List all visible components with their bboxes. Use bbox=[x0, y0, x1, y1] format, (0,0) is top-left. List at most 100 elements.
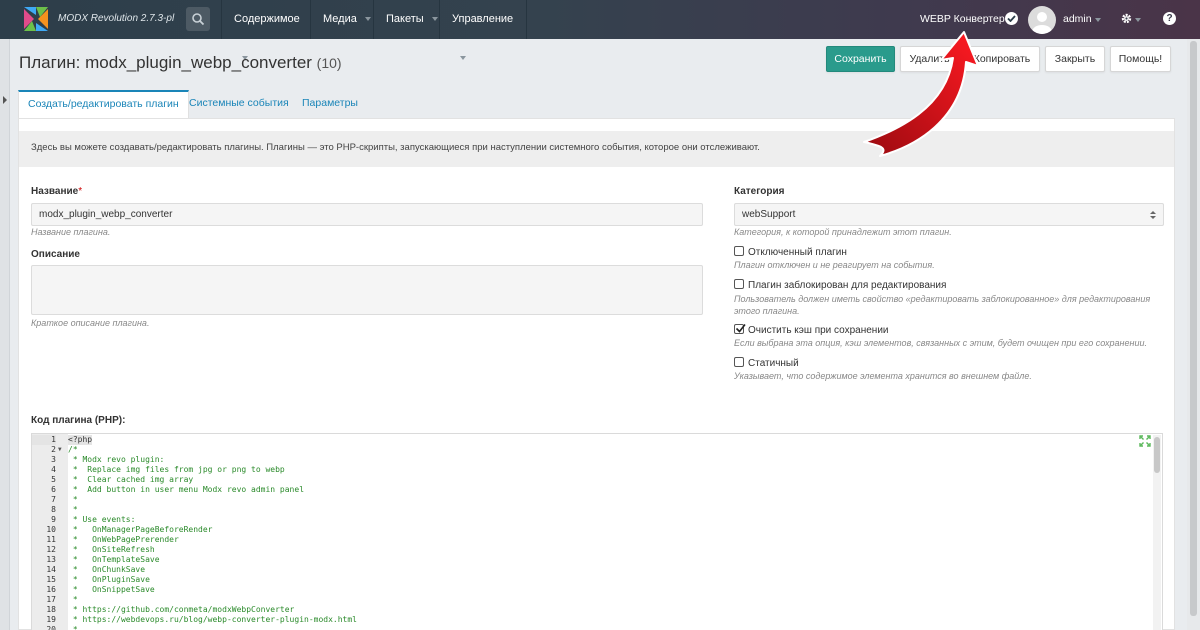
code-line[interactable]: 14 * OnChunkSave bbox=[32, 565, 1162, 575]
code-line[interactable]: 7 * bbox=[32, 495, 1162, 505]
chevron-down-icon[interactable] bbox=[1135, 18, 1141, 22]
save-button[interactable]: Сохранить bbox=[826, 46, 895, 72]
tab-properties[interactable]: Параметры bbox=[302, 90, 358, 118]
code-text: * bbox=[68, 595, 78, 604]
checkbox-disabled-label: Отключенный плагин bbox=[748, 247, 847, 258]
line-number: 20 bbox=[46, 625, 56, 630]
tab-edit-plugin[interactable]: Создать/редактировать плагин bbox=[18, 90, 189, 118]
select-arrows-icon bbox=[1150, 211, 1156, 219]
code-line[interactable]: 5 * Clear cached img array bbox=[32, 475, 1162, 485]
line-number: 12 bbox=[46, 545, 56, 554]
avatar[interactable] bbox=[1028, 6, 1056, 34]
line-number: 5 bbox=[51, 475, 56, 484]
code-line[interactable]: 18 * https://github.com/conmeta/modxWebp… bbox=[32, 605, 1162, 615]
checkbox-disabled[interactable]: Отключенный плагин bbox=[734, 246, 847, 258]
code-line[interactable]: 15 * OnPluginSave bbox=[32, 575, 1162, 585]
modx-logo-icon[interactable] bbox=[22, 5, 50, 33]
chevron-down-icon bbox=[431, 17, 438, 22]
code-text: * OnSiteRefresh bbox=[68, 545, 155, 554]
checkbox-static-label: Статичный bbox=[748, 358, 799, 369]
gear-icon[interactable] bbox=[1120, 12, 1133, 25]
nav-manage[interactable]: Управление bbox=[439, 0, 527, 61]
page-title-text: Плагин: modx_plugin_webp_converter bbox=[19, 53, 312, 72]
code-line[interactable]: 19 * https://webdevops.ru/blog/webp-conv… bbox=[32, 615, 1162, 625]
description-hint: Краткое описание плагина. bbox=[31, 318, 150, 328]
expand-tree-icon[interactable] bbox=[3, 96, 7, 104]
search-button[interactable] bbox=[186, 7, 210, 31]
name-label: Название* bbox=[31, 186, 82, 197]
line-number: 2 bbox=[51, 445, 56, 454]
checkbox-clear-cache-hint: Если выбрана эта опция, кэш элементов, с… bbox=[734, 338, 1147, 348]
code-line[interactable]: 10 * OnManagerPageBeforeRender bbox=[32, 525, 1162, 535]
checkbox-static[interactable]: Статичный bbox=[734, 357, 799, 369]
checkbox-clear-cache[interactable]: Очистить кэш при сохранении bbox=[734, 324, 889, 336]
page-scroll-thumb[interactable] bbox=[1190, 41, 1197, 616]
checkbox-clear-cache-box[interactable] bbox=[734, 324, 746, 334]
code-line[interactable]: 16 * OnSnippetSave bbox=[32, 585, 1162, 595]
code-line[interactable]: 13 * OnTemplateSave bbox=[32, 555, 1162, 565]
code-editor[interactable]: 1 <?php 2 ▼/* 3 * Modx revo plugin: 4 * Repla… bbox=[31, 433, 1163, 630]
code-text: * OnChunkSave bbox=[68, 565, 146, 574]
checkmark-icon bbox=[735, 324, 746, 333]
code-line[interactable]: 3 * Modx revo plugin: bbox=[32, 455, 1162, 465]
line-number: 15 bbox=[46, 575, 56, 584]
page-scrollbar[interactable] bbox=[1187, 39, 1200, 630]
search-icon bbox=[192, 13, 205, 26]
delete-button[interactable]: Удалить bbox=[900, 46, 959, 72]
code-text: * https://github.com/conmeta/modxWebpCon… bbox=[68, 605, 295, 614]
checkbox-disabled-box[interactable] bbox=[734, 246, 744, 256]
editor-scrollbar[interactable] bbox=[1153, 435, 1161, 630]
line-number: 9 bbox=[51, 515, 56, 524]
checkbox-locked-box[interactable] bbox=[734, 279, 744, 289]
editor-scroll-thumb[interactable] bbox=[1154, 437, 1160, 473]
webp-converter-link[interactable]: WEBP Конвертер bbox=[920, 13, 1005, 25]
code-text: <?php bbox=[68, 435, 93, 445]
code-line[interactable]: 12 * OnSiteRefresh bbox=[32, 545, 1162, 555]
line-number: 3 bbox=[51, 455, 56, 464]
nav-packages-label: Пакеты bbox=[386, 13, 424, 25]
app-version: MODX Revolution 2.7.3-pl bbox=[58, 13, 175, 24]
nav-packages[interactable]: Пакеты bbox=[373, 0, 439, 39]
code-line[interactable]: 8 * bbox=[32, 505, 1162, 515]
category-select[interactable]: webSupport bbox=[734, 203, 1164, 226]
help-button[interactable]: Помощь! bbox=[1110, 46, 1171, 72]
code-text: * OnPluginSave bbox=[68, 575, 150, 584]
tab-system-events[interactable]: Системные события bbox=[189, 90, 289, 118]
checkbox-locked[interactable]: Плагин заблокирован для редактирования bbox=[734, 279, 946, 291]
close-button[interactable]: Закрыть bbox=[1045, 46, 1105, 72]
code-text: * bbox=[68, 625, 78, 630]
checkbox-clear-cache-label: Очистить кэш при сохранении bbox=[748, 325, 889, 336]
code-line[interactable]: 20 * bbox=[32, 625, 1162, 630]
check-circle-icon[interactable] bbox=[1005, 12, 1018, 25]
checkbox-static-box[interactable] bbox=[734, 357, 744, 367]
name-input[interactable]: modx_plugin_webp_converter bbox=[31, 203, 703, 226]
line-number: 17 bbox=[46, 595, 56, 604]
username[interactable]: admin bbox=[1063, 13, 1092, 25]
nav-content[interactable]: Содержимое bbox=[221, 0, 310, 61]
code-line[interactable]: 4 * Replace img files from jpg or png to… bbox=[32, 465, 1162, 475]
code-line[interactable]: 6 * Add button in user menu Modx revo ad… bbox=[32, 485, 1162, 495]
line-number: 1 bbox=[32, 435, 56, 445]
code-line[interactable]: 17 * bbox=[32, 595, 1162, 605]
tree-collapse-strip[interactable] bbox=[0, 39, 10, 630]
copy-button[interactable]: Копировать bbox=[964, 46, 1040, 72]
nav-media[interactable]: Медиа bbox=[310, 0, 373, 39]
code-line[interactable]: 9 * Use events: bbox=[32, 515, 1162, 525]
nav-content-label: Содержимое bbox=[234, 13, 300, 25]
chevron-down-icon[interactable] bbox=[1095, 18, 1101, 22]
top-navbar: MODX Revolution 2.7.3-pl Содержимое Меди… bbox=[0, 0, 1200, 61]
code-line[interactable]: 11 * OnWebPagePrerender bbox=[32, 535, 1162, 545]
help-icon[interactable]: ? bbox=[1163, 12, 1176, 25]
fold-toggle-icon[interactable]: ▼ bbox=[58, 445, 62, 455]
checkbox-disabled-hint: Плагин отключен и не реагирует на событи… bbox=[734, 260, 935, 270]
code-label: Код плагина (PHP): bbox=[31, 415, 126, 426]
line-number: 18 bbox=[46, 605, 56, 614]
name-hint: Название плагина. bbox=[31, 227, 111, 237]
fullscreen-expand-icon[interactable] bbox=[1139, 435, 1151, 447]
chevron-down-icon bbox=[460, 56, 466, 61]
description-textarea[interactable] bbox=[31, 265, 703, 315]
code-line[interactable]: 1 <?php bbox=[32, 435, 1162, 445]
code-line[interactable]: 2 ▼ /* bbox=[32, 445, 1162, 455]
line-number: 11 bbox=[46, 535, 56, 544]
category-label: Категория bbox=[734, 186, 785, 197]
